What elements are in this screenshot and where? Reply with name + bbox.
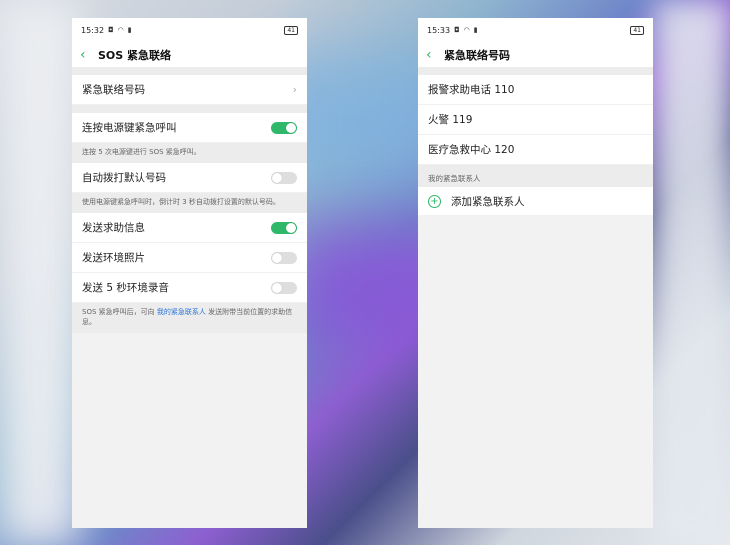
my-contacts-section-label: 我的紧急联系人: [418, 165, 653, 187]
auto-dial-label: 自动拨打默认号码: [82, 172, 166, 184]
divider: [418, 67, 653, 75]
footer-prefix: SOS 紧急呼叫后，可向: [82, 308, 157, 316]
send-photo-item: 发送环境照片: [72, 243, 307, 273]
my-contacts-link[interactable]: 我的紧急联系人: [157, 308, 206, 316]
send-photo-label: 发送环境照片: [82, 252, 145, 264]
power-key-call-item: 连按电源键紧急呼叫: [72, 113, 307, 143]
divider: [72, 105, 307, 113]
signal-icon: ▮: [473, 26, 478, 34]
power-key-call-note: 连按 5 次电源键进行 SOS 紧急呼叫。: [72, 143, 307, 163]
send-audio-label: 发送 5 秒环境录音: [82, 282, 169, 294]
auto-dial-note: 使用电源键紧急呼叫时，倒计时 3 秒自动拨打设置的默认号码。: [72, 193, 307, 213]
page-title: 紧急联络号码: [444, 48, 510, 62]
number-label: 报警求助电话 110: [428, 84, 515, 96]
back-arrow-icon[interactable]: ‹: [80, 47, 98, 63]
chevron-right-icon: ›: [292, 83, 297, 96]
power-key-call-toggle[interactable]: [271, 121, 297, 134]
add-contact-button[interactable]: + 添加紧急联系人: [418, 187, 653, 215]
wifi-icon: ◠: [117, 26, 124, 34]
status-time: 15:32: [81, 25, 105, 35]
number-item-fire[interactable]: 火警 119: [418, 105, 653, 135]
number-item-police[interactable]: 报警求助电话 110: [418, 75, 653, 105]
auto-dial-toggle[interactable]: [271, 171, 297, 184]
add-contact-label: 添加紧急联系人: [451, 195, 525, 208]
divider: [72, 67, 307, 75]
send-help-item: 发送求助信息: [72, 213, 307, 243]
background-blur: [0, 0, 80, 545]
send-photo-toggle[interactable]: [271, 251, 297, 264]
plus-circle-icon: +: [428, 194, 441, 208]
status-bar: 15:33 ◘ ◠ ▮ 41: [418, 18, 653, 42]
footer-note: SOS 紧急呼叫后，可向 我的紧急联系人 发送附带当前位置的求助信息。: [72, 303, 307, 333]
notification-icon: ◘: [454, 26, 460, 34]
background-blur: [655, 0, 730, 545]
battery-icon: 41: [630, 25, 644, 35]
number-item-medical[interactable]: 医疗急救中心 120: [418, 135, 653, 165]
emergency-numbers-item[interactable]: 紧急联络号码 ›: [72, 75, 307, 105]
number-label: 火警 119: [428, 114, 473, 126]
send-audio-toggle[interactable]: [271, 281, 297, 294]
title-bar: ‹ 紧急联络号码: [418, 42, 653, 67]
status-bar: 15:32 ◘ ◠ ▮ 41: [72, 18, 307, 42]
number-label: 医疗急救中心 120: [428, 144, 515, 156]
title-bar: ‹ SOS 紧急联络: [72, 42, 307, 67]
power-key-call-label: 连按电源键紧急呼叫: [82, 122, 177, 134]
emergency-numbers-label: 紧急联络号码: [82, 84, 145, 96]
signal-icon: ▮: [127, 26, 132, 34]
notification-icon: ◘: [108, 26, 114, 34]
send-help-toggle[interactable]: [271, 221, 297, 234]
send-help-label: 发送求助信息: [82, 222, 145, 234]
status-time: 15:33: [427, 25, 451, 35]
back-arrow-icon[interactable]: ‹: [426, 47, 444, 63]
page-title: SOS 紧急联络: [98, 48, 172, 62]
battery-icon: 41: [284, 25, 298, 35]
sos-settings-screen: 15:32 ◘ ◠ ▮ 41 ‹ SOS 紧急联络 紧急联络号码 › 连按电源键…: [72, 18, 307, 528]
auto-dial-item: 自动拨打默认号码: [72, 163, 307, 193]
emergency-numbers-screen: 15:33 ◘ ◠ ▮ 41 ‹ 紧急联络号码 报警求助电话 110 火警 11…: [418, 18, 653, 528]
wifi-icon: ◠: [463, 26, 470, 34]
send-audio-item: 发送 5 秒环境录音: [72, 273, 307, 303]
